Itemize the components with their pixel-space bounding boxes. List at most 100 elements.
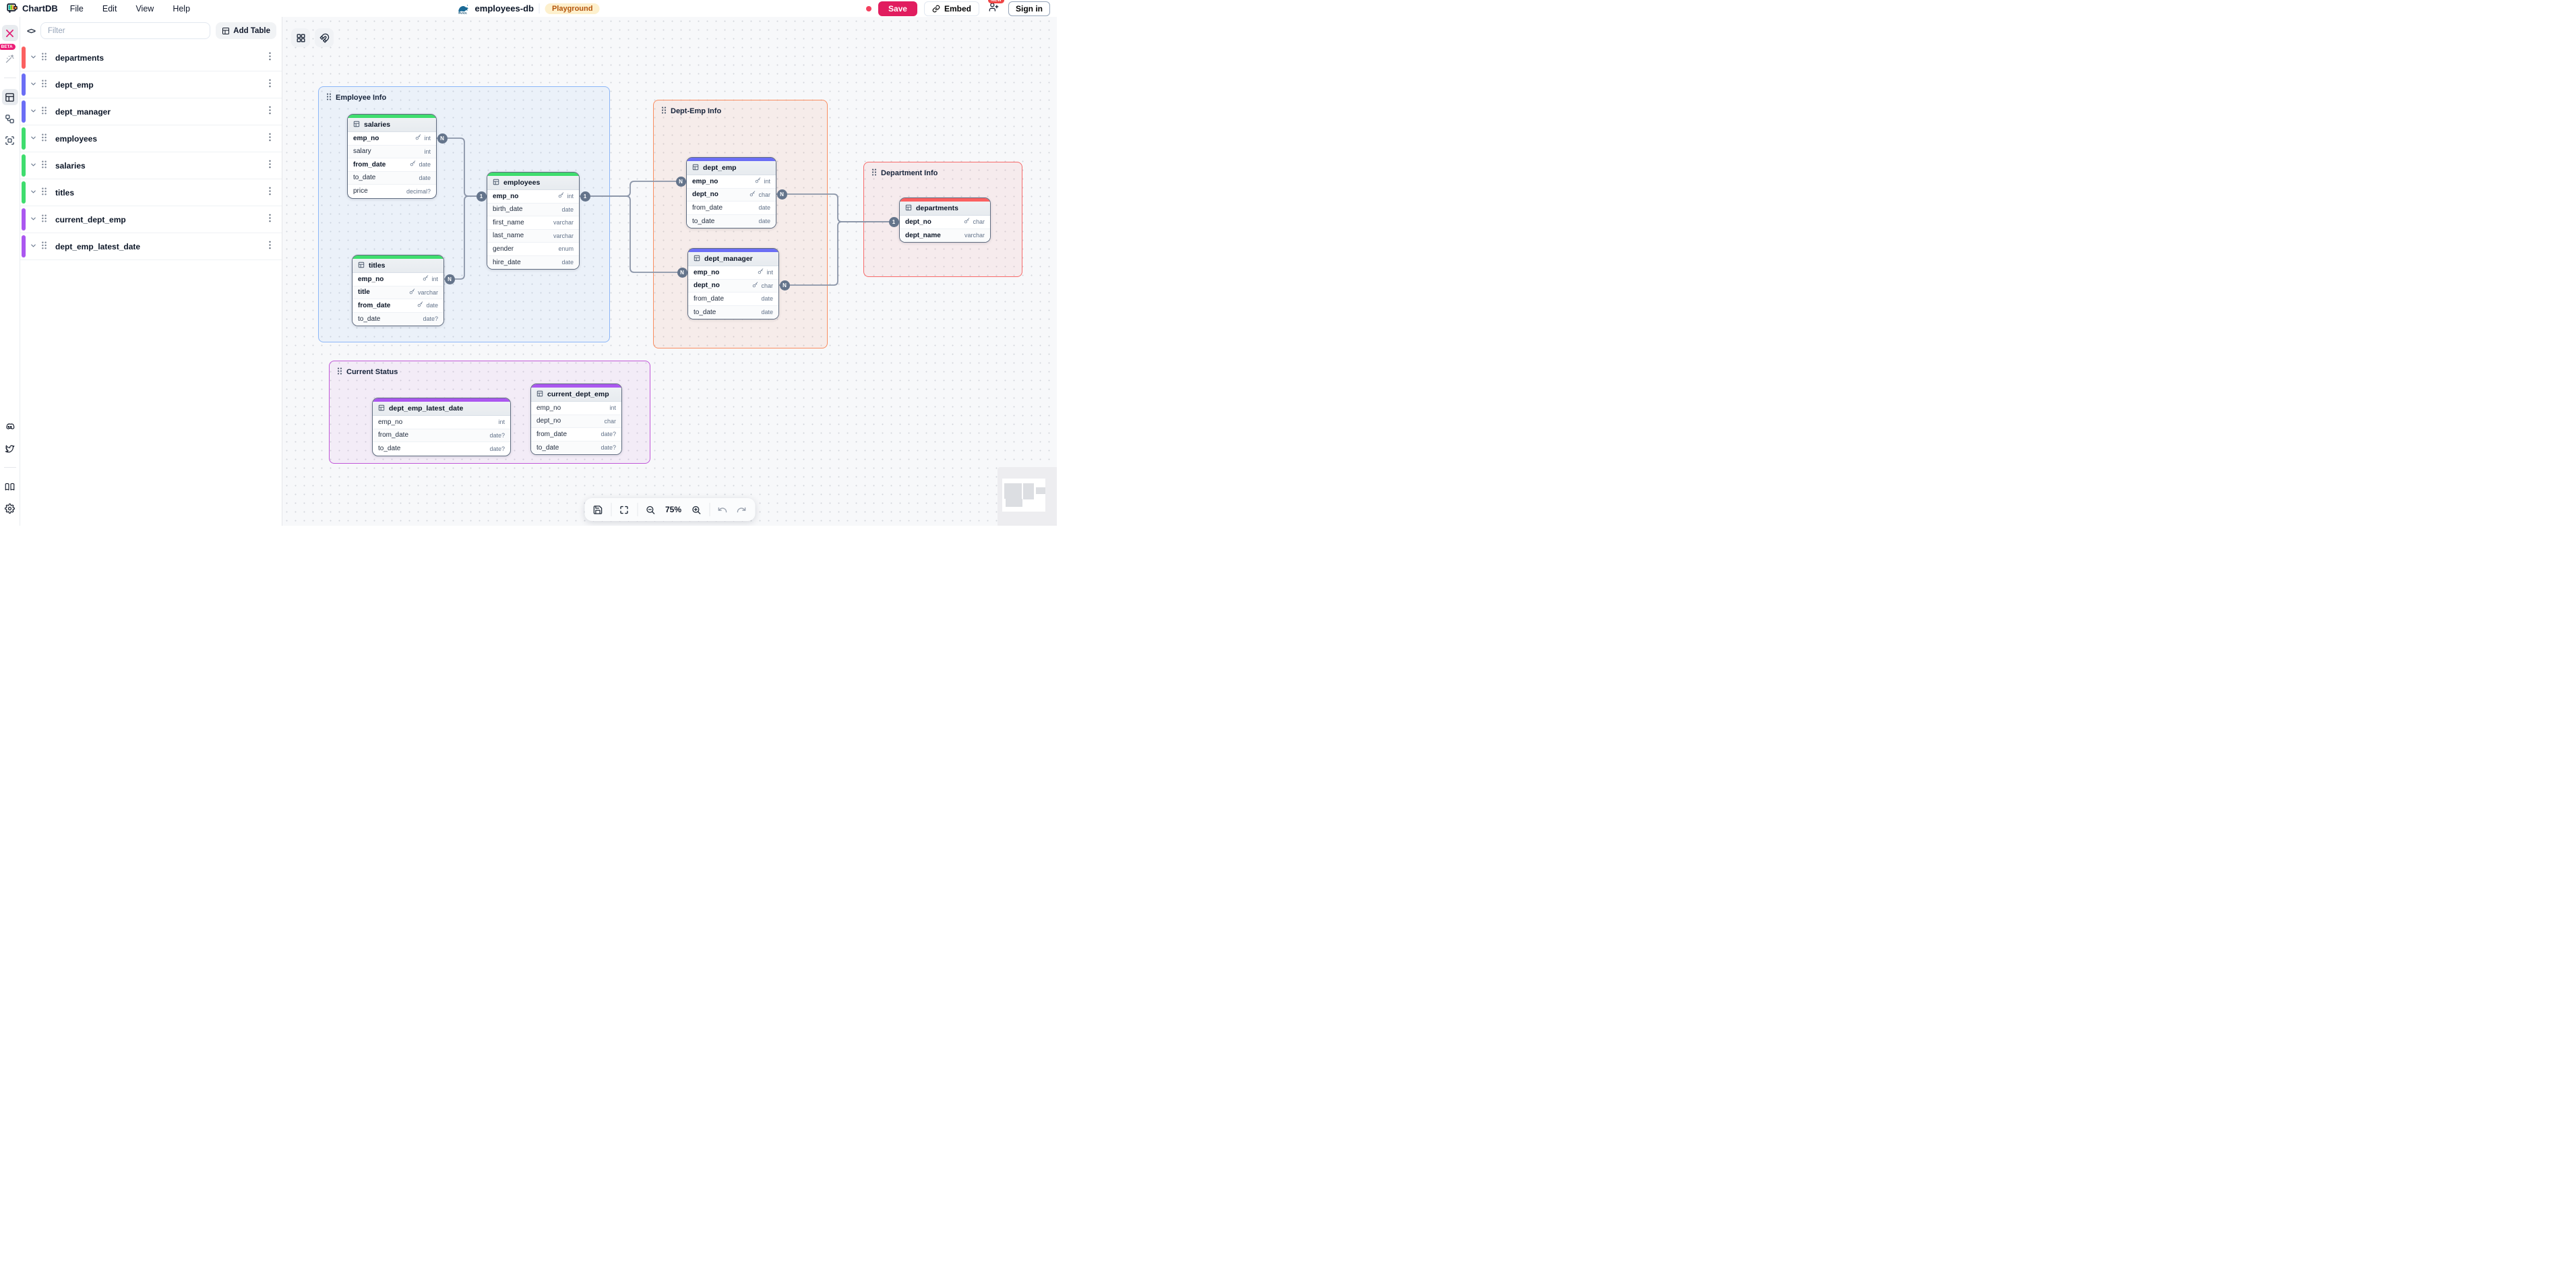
chartdb-logo[interactable]: ChartDB xyxy=(7,3,58,13)
drag-handle-icon[interactable] xyxy=(41,133,47,145)
diagram-table[interactable]: dept_emp emp_no int dept_no char from_da… xyxy=(686,157,776,228)
field-row[interactable]: dept_no char xyxy=(900,216,990,229)
field-row[interactable]: emp_no int xyxy=(688,266,778,280)
menu-edit[interactable]: Edit xyxy=(102,4,117,13)
field-row[interactable]: emp_no int xyxy=(487,190,579,204)
field-row[interactable]: hire_date date xyxy=(487,256,579,270)
discord-icon[interactable] xyxy=(2,419,18,435)
menu-view[interactable]: View xyxy=(135,4,154,13)
field-row[interactable]: to_date date? xyxy=(352,313,443,326)
field-row[interactable]: from_date date xyxy=(352,299,443,313)
field-row[interactable]: price decimal? xyxy=(348,185,436,198)
more-options-icon[interactable] xyxy=(266,79,274,91)
drag-handle-icon[interactable] xyxy=(41,241,47,253)
table-header[interactable]: current_dept_emp xyxy=(531,388,621,402)
table-row[interactable]: dept_manager xyxy=(20,98,282,125)
chevron-down-icon[interactable] xyxy=(30,187,37,199)
table-row[interactable]: dept_emp_latest_date xyxy=(20,233,282,260)
areas-panel-icon[interactable] xyxy=(2,132,18,148)
field-row[interactable]: emp_no int xyxy=(348,132,436,146)
table-header[interactable]: salaries xyxy=(348,118,436,132)
field-row[interactable]: title varchar xyxy=(352,286,443,300)
field-row[interactable]: from_date date? xyxy=(531,428,621,441)
layout-grid-button[interactable] xyxy=(291,28,310,47)
chevron-down-icon[interactable] xyxy=(30,241,37,253)
save-diagram-button[interactable] xyxy=(590,502,606,517)
diagram-table[interactable]: titles emp_no int title varchar from_dat… xyxy=(352,255,444,326)
more-options-icon[interactable] xyxy=(266,241,274,253)
ai-assistant-button[interactable]: BETA xyxy=(2,48,18,69)
drag-handle-icon[interactable] xyxy=(41,187,47,199)
table-row[interactable]: salaries xyxy=(20,152,282,179)
table-row[interactable]: current_dept_emp xyxy=(20,206,282,233)
field-row[interactable]: emp_no int xyxy=(352,273,443,286)
table-header[interactable]: titles xyxy=(352,259,443,273)
field-row[interactable]: dept_no char xyxy=(531,415,621,429)
field-row[interactable]: from_date date? xyxy=(373,429,510,443)
field-row[interactable]: emp_no int xyxy=(373,416,510,429)
embed-button[interactable]: Embed xyxy=(924,1,979,16)
diagram-table[interactable]: dept_manager emp_no int dept_no char fro… xyxy=(687,248,779,319)
chevron-down-icon[interactable] xyxy=(30,106,37,118)
more-options-icon[interactable] xyxy=(266,133,274,145)
settings-gear-icon[interactable] xyxy=(2,500,18,516)
save-button[interactable]: Save xyxy=(878,1,917,16)
tables-panel-icon[interactable] xyxy=(2,89,18,105)
table-header[interactable]: employees xyxy=(487,176,579,190)
diagram-canvas[interactable]: Employee Info Dept-Emp Info Department I… xyxy=(282,17,1057,526)
diagram-table[interactable]: employees emp_no int birth_date date fir… xyxy=(487,172,580,270)
drag-handle-icon[interactable] xyxy=(41,106,47,118)
table-row[interactable]: titles xyxy=(20,179,282,206)
fit-view-button[interactable] xyxy=(616,502,632,517)
diagram-table[interactable]: salaries emp_no int salary int from_date… xyxy=(347,114,437,199)
table-header[interactable]: dept_emp xyxy=(687,161,776,175)
table-header[interactable]: dept_emp_latest_date xyxy=(373,402,510,416)
chevron-down-icon[interactable] xyxy=(30,52,37,64)
table-header[interactable]: departments xyxy=(900,202,990,216)
field-row[interactable]: to_date date xyxy=(348,172,436,185)
twitter-icon[interactable] xyxy=(2,440,18,456)
field-row[interactable]: dept_name varchar xyxy=(900,229,990,243)
more-options-icon[interactable] xyxy=(266,214,274,226)
more-options-icon[interactable] xyxy=(266,52,274,64)
docs-book-icon[interactable] xyxy=(2,479,18,495)
zoom-out-button[interactable] xyxy=(642,502,658,517)
field-row[interactable]: salary int xyxy=(348,146,436,159)
field-row[interactable]: to_date date xyxy=(688,306,778,319)
chevron-down-icon[interactable] xyxy=(30,160,37,172)
table-row[interactable]: dept_emp xyxy=(20,71,282,98)
field-row[interactable]: from_date date xyxy=(688,293,778,306)
snap-magnet-button[interactable] xyxy=(315,28,334,47)
field-row[interactable]: to_date date? xyxy=(373,442,510,456)
invite-user-button[interactable]: NEW xyxy=(986,2,1002,16)
drag-handle-icon[interactable] xyxy=(41,79,47,91)
more-options-icon[interactable] xyxy=(266,187,274,199)
drag-handle-icon[interactable] xyxy=(41,160,47,172)
diagram-editor-icon[interactable] xyxy=(2,25,18,41)
database-name[interactable]: employees-db xyxy=(475,3,534,13)
field-row[interactable]: dept_no char xyxy=(688,280,778,293)
chevron-down-icon[interactable] xyxy=(30,214,37,226)
field-row[interactable]: last_name varchar xyxy=(487,230,579,243)
field-row[interactable]: to_date date? xyxy=(531,441,621,455)
more-options-icon[interactable] xyxy=(266,106,274,118)
table-row[interactable]: employees xyxy=(20,125,282,152)
diagram-table[interactable]: departments dept_no char dept_name varch… xyxy=(899,197,991,243)
field-row[interactable]: emp_no int xyxy=(687,175,776,189)
menu-file[interactable]: File xyxy=(70,4,84,13)
field-row[interactable]: dept_no char xyxy=(687,189,776,202)
field-row[interactable]: emp_no int xyxy=(531,402,621,415)
menu-help[interactable]: Help xyxy=(173,4,190,13)
undo-button[interactable] xyxy=(714,502,731,517)
field-row[interactable]: from_date date xyxy=(687,202,776,215)
code-view-icon[interactable]: <> xyxy=(27,26,35,36)
diagram-table[interactable]: dept_emp_latest_date emp_no int from_dat… xyxy=(372,398,511,456)
filter-input[interactable] xyxy=(40,22,210,39)
chevron-down-icon[interactable] xyxy=(30,133,37,145)
field-row[interactable]: gender enum xyxy=(487,243,579,256)
sign-in-button[interactable]: Sign in xyxy=(1008,1,1050,16)
minimap[interactable] xyxy=(998,467,1057,526)
redo-button[interactable] xyxy=(733,502,749,517)
field-row[interactable]: birth_date date xyxy=(487,204,579,217)
zoom-level[interactable]: 75% xyxy=(661,505,685,514)
